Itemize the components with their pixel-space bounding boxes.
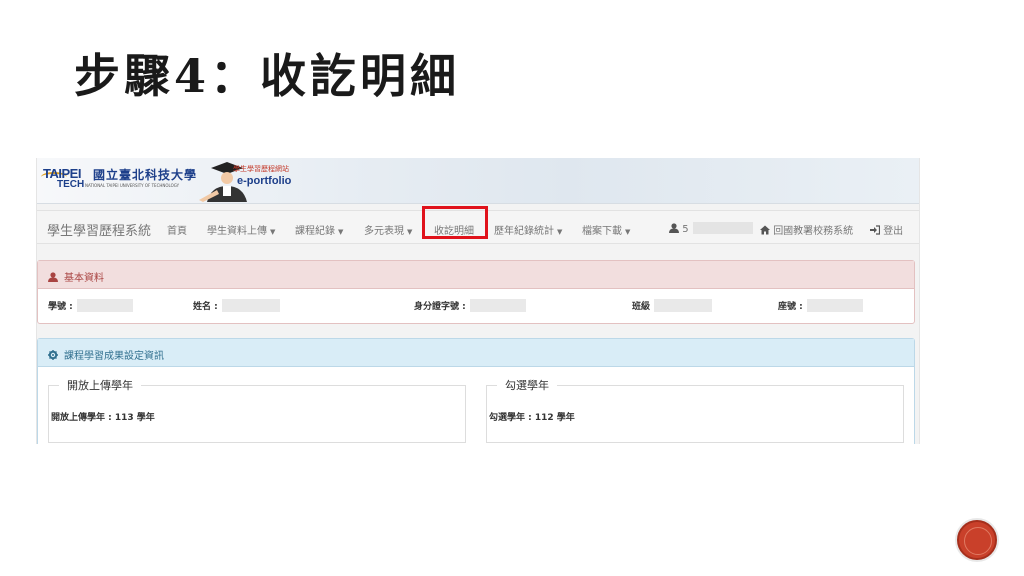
portal-name: e-portfolio — [237, 175, 292, 187]
user-icon — [48, 272, 58, 282]
nav-label: 首頁 — [167, 226, 187, 237]
redacted-class — [654, 299, 713, 312]
redacted-student-id — [76, 299, 133, 312]
logo-tech-text: TECH — [57, 179, 85, 190]
caret-down-icon: ▼ — [270, 228, 276, 236]
redacted-national-id — [469, 299, 526, 312]
name-label: 姓名 : — [193, 302, 218, 312]
nav-label: 課程紀錄 — [295, 226, 335, 237]
upload-year-legend: 開放上傳學年 — [59, 377, 141, 393]
nav-label: 檔案下載 — [582, 226, 622, 237]
nav-item-course-records[interactable]: 課程紀錄 ▼ — [295, 222, 343, 237]
basic-info-body: 學號 : 姓名 : 身分證字號 : 班級 座號 : — [38, 289, 914, 323]
caret-down-icon: ▼ — [625, 228, 631, 236]
user-id-prefix: 5 — [682, 224, 689, 235]
name-field: 姓名 : — [193, 299, 280, 312]
university-logo[interactable]: TAIPEI TECH 國立臺北科技大學 NATIONAL TAIPEI UNI… — [41, 166, 196, 196]
basic-info-panel: 基本資料 學號 : 姓名 : 身分證字號 : 班級 座號 : — [37, 260, 915, 324]
selected-year-text: 勾選學年 : 112 學年 — [489, 413, 575, 423]
caret-down-icon: ▼ — [407, 228, 413, 236]
home-icon — [760, 225, 770, 235]
redacted-username — [692, 222, 753, 234]
redacted-seat-number — [806, 299, 863, 312]
nav-home-system-link[interactable]: 回國教署校務系統 — [760, 222, 853, 237]
slide-title: 步驟4：收訖明細 — [74, 49, 461, 103]
highlight-receipt-details — [422, 206, 488, 239]
basic-info-title: 基本資料 — [64, 273, 104, 284]
navbar-brand[interactable]: 學生學習歷程系統 — [47, 220, 151, 239]
redacted-name — [221, 299, 280, 312]
site-banner: TAIPEI TECH 國立臺北科技大學 NATIONAL TAIPEI UNI… — [37, 158, 919, 204]
caret-down-icon: ▼ — [338, 228, 344, 236]
upload-year-box: 開放上傳學年 開放上傳學年 : 113 學年 — [48, 377, 466, 443]
student-id-field: 學號 : — [48, 299, 133, 312]
basic-info-header: 基本資料 — [38, 261, 914, 289]
class-field: 班級 — [632, 299, 713, 312]
screenshot-frame: TAIPEI TECH 國立臺北科技大學 NATIONAL TAIPEI UNI… — [36, 158, 920, 444]
seat-number-label: 座號 : — [778, 302, 803, 312]
nav-label: 歷年紀錄統計 — [494, 226, 554, 237]
selected-year-box: 勾選學年 勾選學年 : 112 學年 — [486, 377, 904, 443]
home-system-label: 回國教署校務系統 — [773, 226, 854, 237]
gear-icon — [48, 350, 58, 360]
user-icon — [669, 223, 679, 233]
slide-logo-badge-icon — [957, 520, 997, 560]
caret-down-icon: ▼ — [557, 228, 563, 236]
selected-year-legend: 勾選學年 — [497, 377, 557, 393]
seat-number-field: 座號 : — [778, 299, 863, 312]
nav-item-student-upload[interactable]: 學生資料上傳 ▼ — [207, 222, 275, 237]
upload-year-text: 開放上傳學年 : 113 學年 — [51, 413, 155, 423]
logout-icon — [870, 225, 880, 235]
course-settings-header: 課程學習成果設定資訊 — [38, 339, 914, 367]
national-id-field: 身分證字號 : — [414, 299, 526, 312]
national-id-label: 身分證字號 : — [414, 302, 466, 312]
nav-label: 學生資料上傳 — [207, 226, 267, 237]
nav-item-diverse-performance[interactable]: 多元表現 ▼ — [364, 222, 412, 237]
class-label: 班級 — [632, 302, 651, 312]
nav-logout-link[interactable]: 登出 — [870, 222, 903, 237]
student-id-label: 學號 : — [48, 302, 73, 312]
logo-english-name: NATIONAL TAIPEI UNIVERSITY OF TECHNOLOGY — [85, 183, 180, 188]
logo-chinese-name: 國立臺北科技大學 — [93, 168, 198, 182]
nav-user-menu[interactable]: 5 — [669, 222, 753, 235]
nav-item-home[interactable]: 首頁 — [167, 222, 187, 237]
nav-item-yearly-stats[interactable]: 歷年紀錄統計 ▼ — [494, 222, 562, 237]
nav-item-file-download[interactable]: 檔案下載 ▼ — [582, 222, 630, 237]
course-settings-title: 課程學習成果設定資訊 — [64, 351, 164, 362]
logout-label: 登出 — [883, 226, 904, 237]
portal-subtitle: 學生學習歷程網站 — [233, 165, 289, 173]
course-settings-panel: 課程學習成果設定資訊 開放上傳學年 開放上傳學年 : 113 學年 勾選學年 勾… — [37, 338, 915, 444]
nav-label: 多元表現 — [364, 226, 404, 237]
